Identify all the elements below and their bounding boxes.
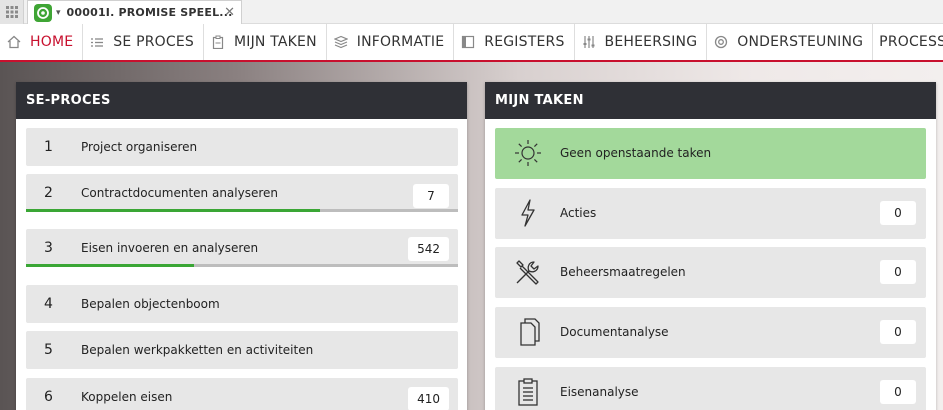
lifebuoy-icon (713, 34, 729, 50)
nav-item-label: ONDERSTEUNING (737, 34, 864, 50)
count-badge: 410 (408, 387, 449, 410)
list-icon (89, 34, 105, 50)
nav-item-label: INFORMATIE (356, 34, 445, 50)
nav-item-informatie[interactable]: INFORMATIE (327, 24, 455, 60)
nav-item-beheersing[interactable]: BEHEERSING (575, 24, 708, 60)
panel-title: MIJN TAKEN (485, 82, 936, 119)
task-label: Geen openstaande taken (560, 146, 712, 160)
se-row[interactable]: 4 Bepalen objectenboom (26, 285, 458, 323)
lightning-icon (513, 198, 543, 228)
clipboard-list-icon (513, 377, 543, 407)
se-row[interactable]: 3 Eisen invoeren en analyseren 542 (26, 229, 458, 267)
progress-bar (26, 209, 458, 212)
task-label: Eisenanalyse (560, 385, 639, 399)
close-tab-icon[interactable]: ✕ (224, 4, 235, 20)
nav-item-label: BEHEERSING (604, 34, 698, 50)
mijn-taken-panel: MIJN TAKEN Geen openstaande taken Acties… (485, 82, 936, 410)
apps-grid-icon[interactable] (0, 0, 24, 24)
se-row[interactable]: 2 Contractdocumenten analyseren 7 (26, 174, 458, 212)
nav-item-processen[interactable]: PROCESSEN (873, 24, 943, 60)
nav-item-label: REGISTERS (484, 34, 565, 50)
task-label: Acties (560, 206, 597, 220)
nav-item-label: HOME (30, 34, 74, 50)
project-tab[interactable]: ▾ 00001I. PROMISE SPEEL... ✕ (27, 0, 242, 24)
step-number: 3 (44, 240, 53, 256)
count-badge: 0 (880, 201, 916, 225)
home-icon (6, 34, 22, 50)
task-row-documentanalyse[interactable]: Documentanalyse 0 (495, 307, 926, 358)
task-row-acties[interactable]: Acties 0 (495, 188, 926, 239)
step-label: Bepalen werkpakketten en activiteiten (81, 343, 314, 357)
tab-title: 00001I. PROMISE SPEEL... (66, 6, 233, 19)
nav-item-label: SE PROCES (113, 34, 194, 50)
step-number: 6 (44, 389, 53, 405)
progress-fill (26, 264, 195, 267)
task-row-eisenanalyse[interactable]: Eisenanalyse 0 (495, 367, 926, 410)
documents-icon (513, 317, 543, 347)
count-badge: 0 (880, 320, 916, 344)
progress-bar (26, 264, 458, 267)
step-number: 1 (44, 139, 53, 155)
panel-title: SE-PROCES (16, 82, 467, 119)
sliders-icon (581, 34, 597, 50)
count-badge: 542 (408, 237, 449, 261)
se-row[interactable]: 5 Bepalen werkpakketten en activiteiten (26, 331, 458, 369)
main-navigation: HOME SE PROCES MIJN TAKEN INFORMATIE REG… (0, 24, 943, 62)
se-row[interactable]: 6 Koppelen eisen 410 (26, 378, 458, 410)
task-row-beheersmaatregelen[interactable]: Beheersmaatregelen 0 (495, 247, 926, 298)
nav-item-label: MIJN TAKEN (233, 34, 317, 50)
browser-tab-bar: ▾ 00001I. PROMISE SPEEL... ✕ (0, 0, 943, 24)
se-proces-panel: SE-PROCES 1 Project organiseren 2 Contra… (16, 82, 467, 410)
count-badge: 7 (413, 184, 449, 208)
nav-item-ondersteuning[interactable]: ONDERSTEUNING (707, 24, 874, 60)
step-label: Project organiseren (81, 140, 198, 154)
count-badge: 0 (880, 260, 916, 284)
tab-dropdown-chevron-icon[interactable]: ▾ (56, 7, 61, 18)
count-badge: 0 (880, 380, 916, 404)
step-number: 4 (44, 296, 53, 312)
step-label: Koppelen eisen (81, 390, 173, 404)
step-label: Eisen invoeren en analyseren (81, 241, 259, 255)
nav-item-mijn-taken[interactable]: MIJN TAKEN (204, 24, 327, 60)
promise-logo-icon (34, 3, 52, 22)
tools-icon (513, 257, 543, 287)
step-number: 5 (44, 342, 53, 358)
se-row[interactable]: 1 Project organiseren (26, 128, 458, 166)
nav-item-se-proces[interactable]: SE PROCES (83, 24, 204, 60)
step-label: Bepalen objectenboom (81, 297, 220, 311)
task-label: Documentanalyse (560, 325, 669, 339)
progress-fill (26, 209, 320, 212)
layers-icon (333, 34, 349, 50)
register-icon (460, 34, 476, 50)
nav-item-home[interactable]: HOME (0, 24, 84, 60)
step-number: 2 (44, 185, 53, 201)
step-label: Contractdocumenten analyseren (81, 186, 279, 200)
no-tasks-row: Geen openstaande taken (495, 128, 926, 179)
clipboard-icon (210, 34, 226, 50)
sun-icon (513, 138, 543, 168)
task-label: Beheersmaatregelen (560, 265, 686, 279)
nav-item-label: PROCESSEN (879, 34, 943, 50)
nav-item-registers[interactable]: REGISTERS (454, 24, 575, 60)
